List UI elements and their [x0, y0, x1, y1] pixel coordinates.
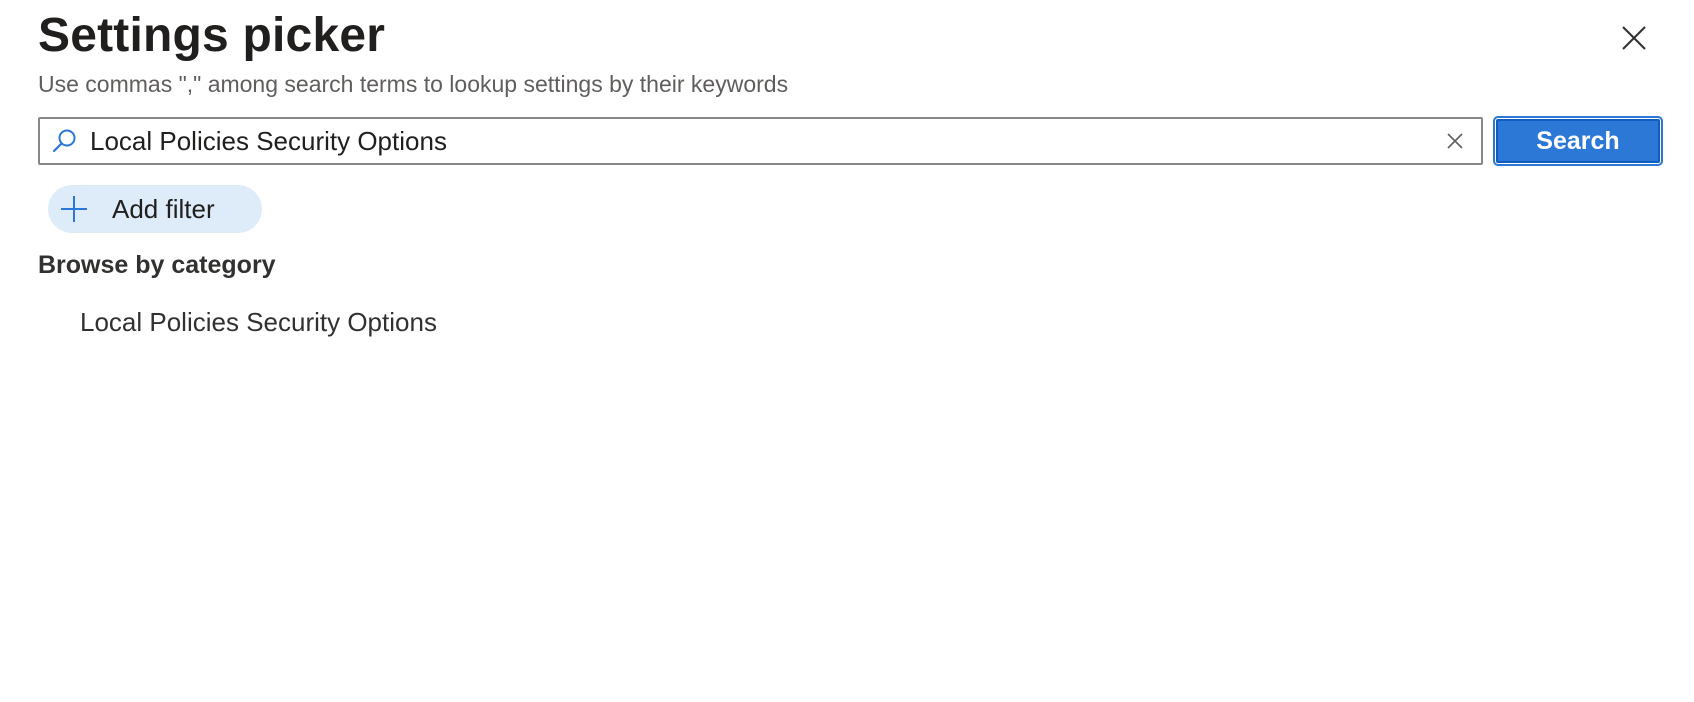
browse-by-category-heading: Browse by category: [38, 251, 276, 279]
clear-icon[interactable]: [1439, 125, 1471, 157]
plus-icon: [58, 193, 90, 225]
search-icon: [48, 125, 80, 157]
search-box: [38, 117, 1483, 165]
close-button[interactable]: [1612, 16, 1656, 60]
search-row: Search: [38, 116, 1663, 166]
category-item-local-policies-security-options[interactable]: Local Policies Security Options: [80, 304, 437, 340]
search-input[interactable]: [80, 119, 1439, 163]
add-filter-button[interactable]: Add filter: [48, 185, 262, 233]
page-title: Settings picker: [38, 9, 386, 62]
page-subtitle: Use commas "," among search terms to loo…: [38, 71, 789, 97]
close-icon: [1622, 26, 1646, 50]
add-filter-label: Add filter: [112, 193, 215, 224]
settings-picker-panel: Settings picker Use commas "," among sea…: [0, 0, 1694, 702]
search-button[interactable]: Search: [1493, 116, 1663, 166]
